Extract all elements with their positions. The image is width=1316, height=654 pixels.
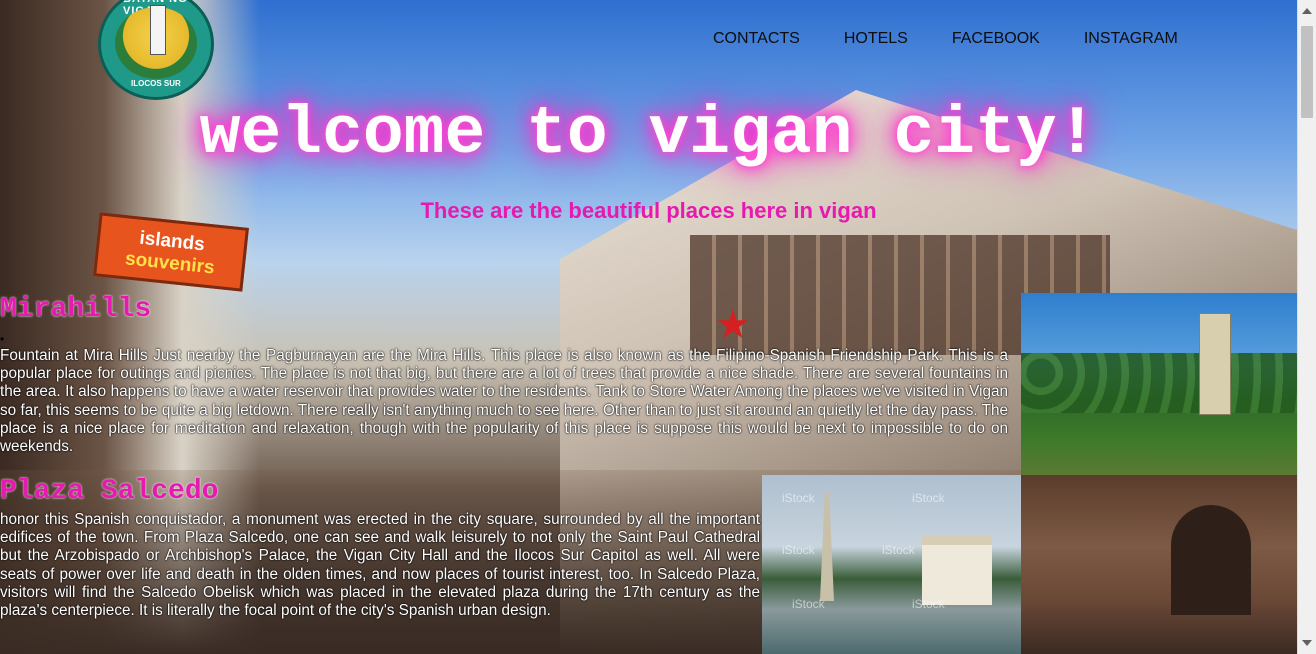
photo-watermark: iStock (782, 491, 815, 505)
scrollbar-thumb[interactable] (1301, 26, 1313, 118)
plaza-salcedo-photo: iStock iStock iStock iStock iStock iStoc… (762, 475, 1021, 654)
star-decoration-icon: ★ (715, 303, 751, 347)
nav-hotels[interactable]: HOTELS (844, 30, 908, 48)
logo-tower-icon (150, 5, 166, 55)
photo-watermark: iStock (912, 597, 945, 611)
photo-obelisk (820, 491, 834, 601)
photo-cathedral (922, 535, 992, 605)
section-title-mirahills: Mirahills (0, 294, 152, 325)
section-bullet: • (0, 332, 5, 346)
section-text-plaza-salcedo: honor this Spanish conquistador, a monum… (0, 511, 760, 620)
photo-watermark: iStock (882, 543, 915, 557)
nav-facebook[interactable]: FACEBOOK (952, 30, 1040, 48)
section-title-plaza-salcedo: Plaza Salcedo (0, 476, 219, 507)
photo-trees (1021, 353, 1297, 413)
scroll-down-arrow-icon[interactable] (1302, 640, 1312, 646)
scroll-up-arrow-icon[interactable] (1302, 8, 1312, 14)
photo-water-tower (1199, 313, 1231, 415)
mirahills-tower-photo (1021, 293, 1297, 475)
hero-title: welcome to vigan city! (199, 96, 1098, 173)
photo-watermark: iStock (782, 543, 815, 557)
nav-contacts[interactable]: CONTACTS (713, 30, 800, 48)
main-nav: CONTACTS HOTELS FACEBOOK INSTAGRAM (713, 30, 1222, 48)
photo-watermark: iStock (792, 597, 825, 611)
nav-instagram[interactable]: INSTAGRAM (1084, 30, 1178, 48)
section-text-mirahills: Fountain at Mira Hills Just nearby the P… (0, 347, 1008, 456)
photo-arch (1171, 505, 1251, 615)
ruins-photo (1021, 475, 1297, 654)
hero-subtitle: These are the beautiful places here in v… (420, 198, 877, 223)
logo-bottom-text: ILOCOS SUR (131, 79, 181, 88)
vertical-scrollbar[interactable] (1297, 0, 1316, 654)
photo-watermark: iStock (912, 491, 945, 505)
